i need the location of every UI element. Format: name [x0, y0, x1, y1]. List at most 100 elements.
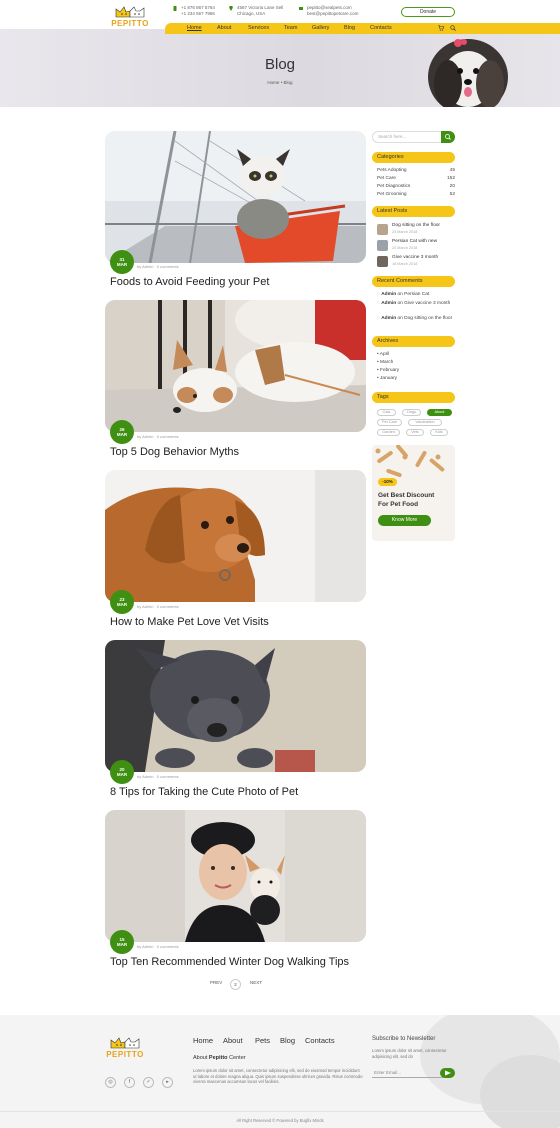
tag[interactable]: Vaccination: [408, 419, 442, 426]
category-item[interactable]: Pets Adopting 45: [377, 168, 455, 173]
post-date-badge: 23 MAR: [110, 590, 134, 614]
tag[interactable]: Kids: [430, 429, 448, 436]
nav-gallery[interactable]: Gallery: [312, 25, 329, 31]
nav-team[interactable]: Team: [284, 25, 297, 31]
footer-logo-text: PEPITTO: [106, 1050, 144, 1059]
post-title[interactable]: How to Make Pet Love Vet Visits: [110, 616, 269, 628]
post-author[interactable]: by Admin: [137, 264, 153, 269]
recent-comment[interactable]: ◌ Admin on Dog sitting on the floor: [377, 316, 455, 322]
latest-post-title[interactable]: Persian Cat with new: [392, 239, 454, 244]
email-2[interactable]: best@pepittopetcare.com: [307, 11, 358, 17]
breadcrumb-home[interactable]: Home: [267, 80, 279, 85]
post-image[interactable]: [105, 300, 366, 432]
post-image[interactable]: [105, 470, 366, 602]
archive-label[interactable]: April: [380, 352, 390, 357]
footer-nav-pets[interactable]: Pets: [255, 1036, 270, 1045]
latest-post-thumbnail[interactable]: [377, 256, 388, 267]
nav-home[interactable]: Home: [187, 25, 202, 31]
golden-puppy-photo: [105, 470, 366, 602]
recent-comments-heading: Recent Comments: [372, 276, 455, 287]
post-title[interactable]: Top 5 Dog Behavior Myths: [110, 446, 239, 458]
sidebar-search-button[interactable]: [441, 131, 455, 143]
address-line-2: Chicago, USA: [237, 11, 266, 16]
latest-post-title[interactable]: Dog sitting on the floor: [392, 223, 454, 228]
search-icon[interactable]: [450, 25, 456, 31]
post-image[interactable]: [105, 810, 366, 942]
comment-on: on: [397, 316, 403, 321]
comment-post[interactable]: Persian Cat: [404, 292, 429, 297]
know-more-button[interactable]: Know More: [378, 515, 431, 526]
nav-services[interactable]: Services: [248, 25, 269, 31]
facebook-icon[interactable]: f: [124, 1077, 135, 1088]
post-author[interactable]: by Admin: [137, 434, 153, 439]
category-count: 45: [449, 168, 455, 173]
category-name[interactable]: Pet Grooming: [377, 192, 407, 197]
newsletter-text: Lorem ipsum dolor sit amet, consectetur …: [372, 1048, 447, 1059]
post-title[interactable]: Top Ten Recommended Winter Dog Walking T…: [110, 956, 349, 968]
instagram-icon[interactable]: ◎: [105, 1077, 116, 1088]
nav-contacts[interactable]: Contacts: [370, 25, 392, 31]
cart-icon[interactable]: [438, 25, 444, 31]
comment-post[interactable]: Give vaccine 3 month: [404, 301, 450, 306]
comment-author: Admin: [381, 301, 397, 306]
post-title[interactable]: 8 Tips for Taking the Cute Photo of Pet: [110, 786, 298, 798]
promo-title-line-1: Get Best Discount: [378, 492, 435, 499]
category-name[interactable]: Pet Diagnostics: [377, 184, 410, 189]
archive-item[interactable]: • March: [377, 360, 393, 365]
archive-label[interactable]: March: [380, 360, 393, 365]
archive-item[interactable]: • February: [377, 368, 399, 373]
post-image[interactable]: [105, 131, 366, 263]
post-author[interactable]: by Admin: [137, 774, 153, 779]
archive-label[interactable]: February: [380, 368, 399, 373]
pagination-current[interactable]: 2: [230, 979, 241, 990]
comment-on: on: [397, 301, 403, 306]
post-comments[interactable]: 0 comments: [157, 434, 179, 439]
tag[interactable]: Vets: [406, 429, 424, 436]
category-name[interactable]: Pets Adopting: [377, 168, 407, 173]
post-title[interactable]: Foods to Avoid Feeding your Pet: [110, 276, 269, 288]
recent-comment[interactable]: ◌ Admin on Give vaccine 3 month: [377, 301, 455, 307]
twitter-icon[interactable]: ✓: [143, 1077, 154, 1088]
pagination-next[interactable]: NEXT: [250, 980, 262, 985]
archive-label[interactable]: January: [380, 376, 397, 381]
archive-item[interactable]: • April: [377, 352, 389, 357]
footer-logo[interactable]: PEPITTO: [105, 1036, 145, 1060]
latest-post-thumbnail[interactable]: [377, 240, 388, 251]
phone-2: +1 234 567 7986: [181, 11, 215, 16]
latest-post-title[interactable]: Give vaccine 3 month: [392, 255, 454, 260]
post-author[interactable]: by Admin: [137, 604, 153, 609]
nav-blog[interactable]: Blog: [344, 25, 355, 31]
nav-about[interactable]: About: [217, 25, 231, 31]
post-image[interactable]: [105, 640, 366, 772]
post-comments[interactable]: 0 comments: [157, 944, 179, 949]
tag-active[interactable]: About: [427, 409, 452, 416]
newsletter-email-input[interactable]: Enter Email...: [372, 1068, 444, 1078]
category-name[interactable]: Pet Care: [377, 176, 396, 181]
latest-post-thumbnail[interactable]: [377, 224, 388, 235]
tag[interactable]: Pet Care: [377, 419, 402, 426]
post-comments[interactable]: 0 comments: [157, 604, 179, 609]
archive-item[interactable]: • January: [377, 376, 397, 381]
footer-nav-blog[interactable]: Blog: [280, 1036, 295, 1045]
pet-food-promo[interactable]: -10% Get Best Discount For Pet Food Know…: [372, 445, 455, 541]
pagination-prev[interactable]: PREV: [210, 980, 222, 985]
donate-button[interactable]: Donate: [401, 7, 455, 17]
footer-nav-home[interactable]: Home: [193, 1036, 213, 1045]
recent-comment[interactable]: ◌ Admin on Persian Cat: [377, 292, 455, 298]
footer-nav-about[interactable]: About: [223, 1036, 243, 1045]
category-item[interactable]: Pet Grooming 52: [377, 192, 455, 197]
post-comments[interactable]: 0 comments: [157, 774, 179, 779]
post-author[interactable]: by Admin: [137, 944, 153, 949]
logo[interactable]: PEPITTO: [110, 5, 150, 29]
comment-post[interactable]: Dog sitting on the floor: [404, 316, 452, 321]
footer-nav-contacts[interactable]: Contacts: [305, 1036, 335, 1045]
category-item[interactable]: Pet Care 152: [377, 176, 455, 181]
post-comments[interactable]: 0 comments: [157, 264, 179, 269]
newsletter-submit-button[interactable]: [440, 1068, 455, 1078]
youtube-icon[interactable]: ▸: [162, 1077, 173, 1088]
tag[interactable]: Dogs: [402, 409, 421, 416]
category-item[interactable]: Pet Diagnostics 20: [377, 184, 455, 189]
post-meta: by Admin 0 comments: [137, 264, 179, 269]
tag[interactable]: Cats: [377, 409, 396, 416]
tag[interactable]: Garden: [377, 429, 400, 436]
